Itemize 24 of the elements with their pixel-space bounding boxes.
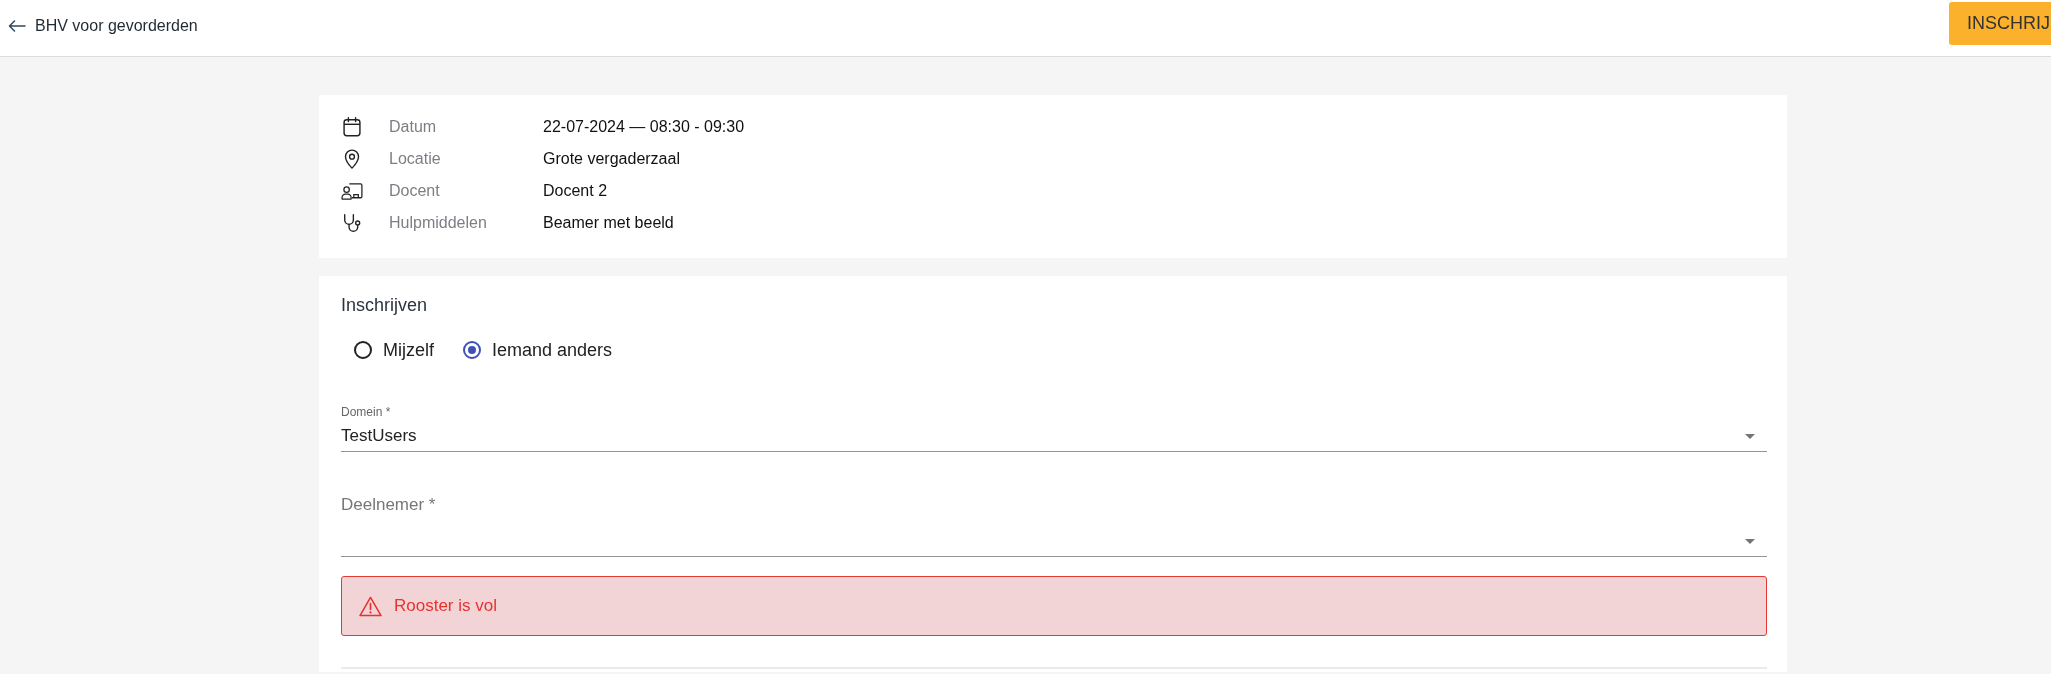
calendar-icon (343, 117, 361, 137)
caret-icon (1745, 433, 1755, 439)
location-pin-icon (344, 149, 360, 169)
detail-value: Grote vergaderzaal (543, 149, 680, 169)
warning-icon (359, 595, 382, 617)
dropdown-field[interactable]: Deelnemer * (341, 493, 1767, 557)
radio-option[interactable]: Iemand anders (463, 336, 613, 364)
stethoscope-icon (342, 213, 362, 233)
detail-value: Beamer met beeld (543, 213, 674, 233)
alert-message: Rooster is vol (394, 595, 497, 618)
detail-value: Docent 2 (543, 181, 608, 201)
enroll-button[interactable]: INSCHRIJ (1949, 2, 2051, 45)
back-link[interactable]: BHV voor gevorderden (8, 14, 198, 38)
back-arrow-icon (8, 20, 26, 32)
detail-label: Docent (389, 181, 441, 201)
detail-label: Hulpmiddelen (389, 213, 488, 233)
dropdown-field[interactable]: Domein * TestUsers (341, 404, 1767, 452)
radio-option[interactable]: Mijzelf (354, 336, 434, 364)
section-title: Inschrijven (341, 294, 429, 317)
teacher-icon (341, 182, 363, 200)
detail-label: Datum (389, 117, 438, 137)
detail-label: Locatie (389, 149, 442, 169)
caret-icon (1745, 538, 1755, 544)
detail-value: 22-07-2024 — 08:30 - 09:30 (543, 117, 745, 137)
